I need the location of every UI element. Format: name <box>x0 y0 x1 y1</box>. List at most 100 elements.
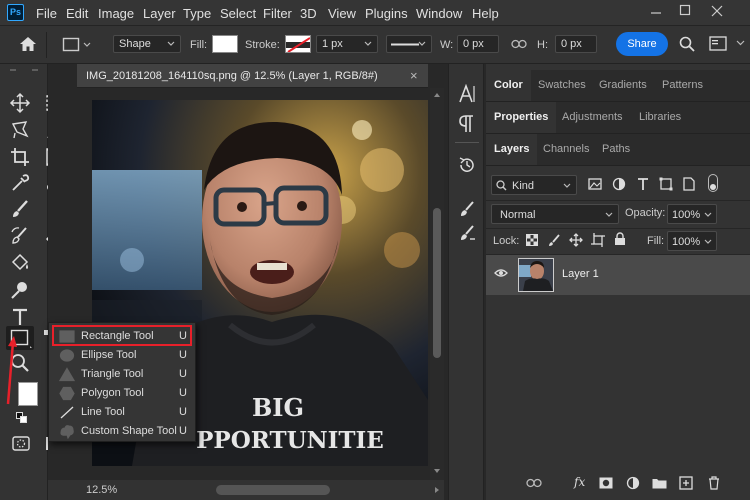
menu-window[interactable]: Window <box>416 6 462 21</box>
layer-name[interactable]: Layer 1 <box>562 268 599 280</box>
scroll-up-icon[interactable] <box>433 92 441 98</box>
blend-mode-select[interactable]: Normal <box>491 204 619 224</box>
add-mask-icon[interactable] <box>599 477 613 489</box>
filter-toggle[interactable] <box>708 174 718 192</box>
chevron-down-icon[interactable] <box>736 40 745 46</box>
tab-libraries[interactable]: Libraries <box>631 102 689 133</box>
document-tab[interactable]: IMG_20181208_164110sq.png @ 12.5% (Layer… <box>77 64 428 88</box>
brushes-panel-icon[interactable] <box>458 200 476 218</box>
height-field[interactable]: 0 px <box>555 35 597 53</box>
stroke-width-select[interactable]: 1 px <box>316 35 378 53</box>
layer-effects-icon[interactable]: fx <box>574 475 585 489</box>
eyedropper-tool-icon[interactable] <box>9 172 31 194</box>
menu-3d[interactable]: 3D <box>300 6 317 21</box>
adjustment-layer-icon[interactable] <box>626 476 640 490</box>
scroll-right-icon[interactable] <box>434 486 440 494</box>
tab-layers[interactable]: Layers <box>486 134 538 165</box>
move-tool-icon[interactable] <box>9 92 31 114</box>
type-tool-icon[interactable] <box>9 306 31 328</box>
default-colors-icon[interactable] <box>16 412 28 424</box>
flyout-item-custom-shape-tool[interactable]: Custom Shape Tool U <box>49 422 195 441</box>
paint-bucket-tool-icon[interactable] <box>9 252 31 274</box>
delete-layer-icon[interactable] <box>708 476 720 490</box>
flyout-item-triangle-tool[interactable]: Triangle Tool U <box>49 365 195 384</box>
paragraph-panel-icon[interactable] <box>458 114 476 134</box>
menu-type[interactable]: Type <box>183 6 211 21</box>
shirt-text-line1: BIG <box>252 393 304 422</box>
tab-gradients[interactable]: Gradients <box>591 70 655 101</box>
flyout-item-line-tool[interactable]: Line Tool U <box>49 403 195 422</box>
history-panel-icon[interactable] <box>458 156 476 174</box>
brush-settings-panel-icon[interactable] <box>458 224 476 242</box>
filter-smart-object-icon[interactable] <box>682 177 696 191</box>
new-layer-icon[interactable] <box>679 476 693 490</box>
width-field[interactable]: 0 px <box>457 35 499 53</box>
lock-image-icon[interactable] <box>548 233 562 247</box>
menu-layer[interactable]: Layer <box>143 6 176 21</box>
home-icon[interactable] <box>19 36 37 52</box>
fill-swatch[interactable] <box>212 35 238 53</box>
scroll-down-icon[interactable] <box>433 468 441 474</box>
minimize-icon[interactable] <box>650 7 662 19</box>
link-icon[interactable] <box>511 39 527 49</box>
properties-panel-tabs: Properties Adjustments Libraries <box>486 102 750 134</box>
link-layers-icon[interactable] <box>526 478 542 488</box>
close-document-icon[interactable]: × <box>410 68 418 83</box>
lock-transparent-icon[interactable] <box>526 234 538 246</box>
tab-properties[interactable]: Properties <box>486 102 557 133</box>
stroke-type-select[interactable] <box>386 35 432 53</box>
menu-edit[interactable]: Edit <box>66 6 88 21</box>
tab-swatches[interactable]: Swatches <box>530 70 594 101</box>
menu-plugins[interactable]: Plugins <box>365 6 408 21</box>
vertical-scroll-thumb[interactable] <box>433 208 441 358</box>
shape-mode-select[interactable]: Shape <box>113 35 181 53</box>
tab-patterns[interactable]: Patterns <box>654 70 711 101</box>
dodge-tool-icon[interactable] <box>9 279 31 301</box>
quick-mask-icon[interactable] <box>12 436 30 452</box>
tool-preset-rectangle-icon[interactable] <box>62 37 92 53</box>
lock-all-icon[interactable] <box>614 232 626 246</box>
tab-channels[interactable]: Channels <box>535 134 597 165</box>
menu-help[interactable]: Help <box>472 6 499 21</box>
menu-file[interactable]: File <box>36 6 57 21</box>
character-panel-icon[interactable] <box>457 84 477 104</box>
filter-type-icon[interactable] <box>636 177 650 191</box>
tab-adjustments[interactable]: Adjustments <box>554 102 631 133</box>
filter-pixel-icon[interactable] <box>588 178 602 190</box>
tab-paths[interactable]: Paths <box>594 134 638 165</box>
chevron-down-icon <box>605 212 613 217</box>
opacity-field[interactable]: 100% <box>667 204 717 224</box>
vertical-scrollbar[interactable] <box>430 88 444 480</box>
crop-tool-icon[interactable] <box>9 146 31 168</box>
lock-artboard-icon[interactable] <box>591 233 605 247</box>
share-button[interactable]: Share <box>616 32 668 56</box>
stroke-swatch[interactable] <box>285 35 311 53</box>
flyout-item-ellipse-tool[interactable]: Ellipse Tool U <box>49 346 195 365</box>
brush-tool-icon[interactable] <box>9 198 31 220</box>
layer-thumbnail[interactable] <box>518 258 554 292</box>
search-icon[interactable] <box>679 36 695 52</box>
menu-image[interactable]: Image <box>98 6 134 21</box>
menu-view[interactable]: View <box>328 6 356 21</box>
menu-select[interactable]: Select <box>220 6 256 21</box>
flyout-item-polygon-tool[interactable]: Polygon Tool U <box>49 384 195 403</box>
eye-icon[interactable] <box>494 268 508 278</box>
lock-position-icon[interactable] <box>569 233 583 247</box>
fill-opacity-field[interactable]: 100% <box>667 231 717 251</box>
shape-tools-flyout: Rectangle Tool U Ellipse Tool U Triangle… <box>48 322 196 442</box>
new-group-icon[interactable] <box>652 477 667 489</box>
menu-filter[interactable]: Filter <box>263 6 292 21</box>
filter-adjustment-icon[interactable] <box>612 177 626 191</box>
filter-shape-icon[interactable] <box>659 177 673 191</box>
history-brush-tool-icon[interactable] <box>9 225 31 247</box>
close-window-icon[interactable] <box>711 5 723 17</box>
layer-filter-select[interactable]: Kind <box>491 175 577 195</box>
lasso-tool-icon[interactable] <box>9 119 31 141</box>
layer-row[interactable]: Layer 1 <box>486 255 750 295</box>
foreground-color-swatch[interactable] <box>18 382 38 406</box>
workspace-icon[interactable] <box>709 36 727 51</box>
tab-color[interactable]: Color <box>486 70 531 101</box>
horizontal-scroll-thumb[interactable] <box>216 485 330 495</box>
zoom-level[interactable]: 12.5% <box>86 484 117 496</box>
maximize-icon[interactable] <box>679 4 691 16</box>
